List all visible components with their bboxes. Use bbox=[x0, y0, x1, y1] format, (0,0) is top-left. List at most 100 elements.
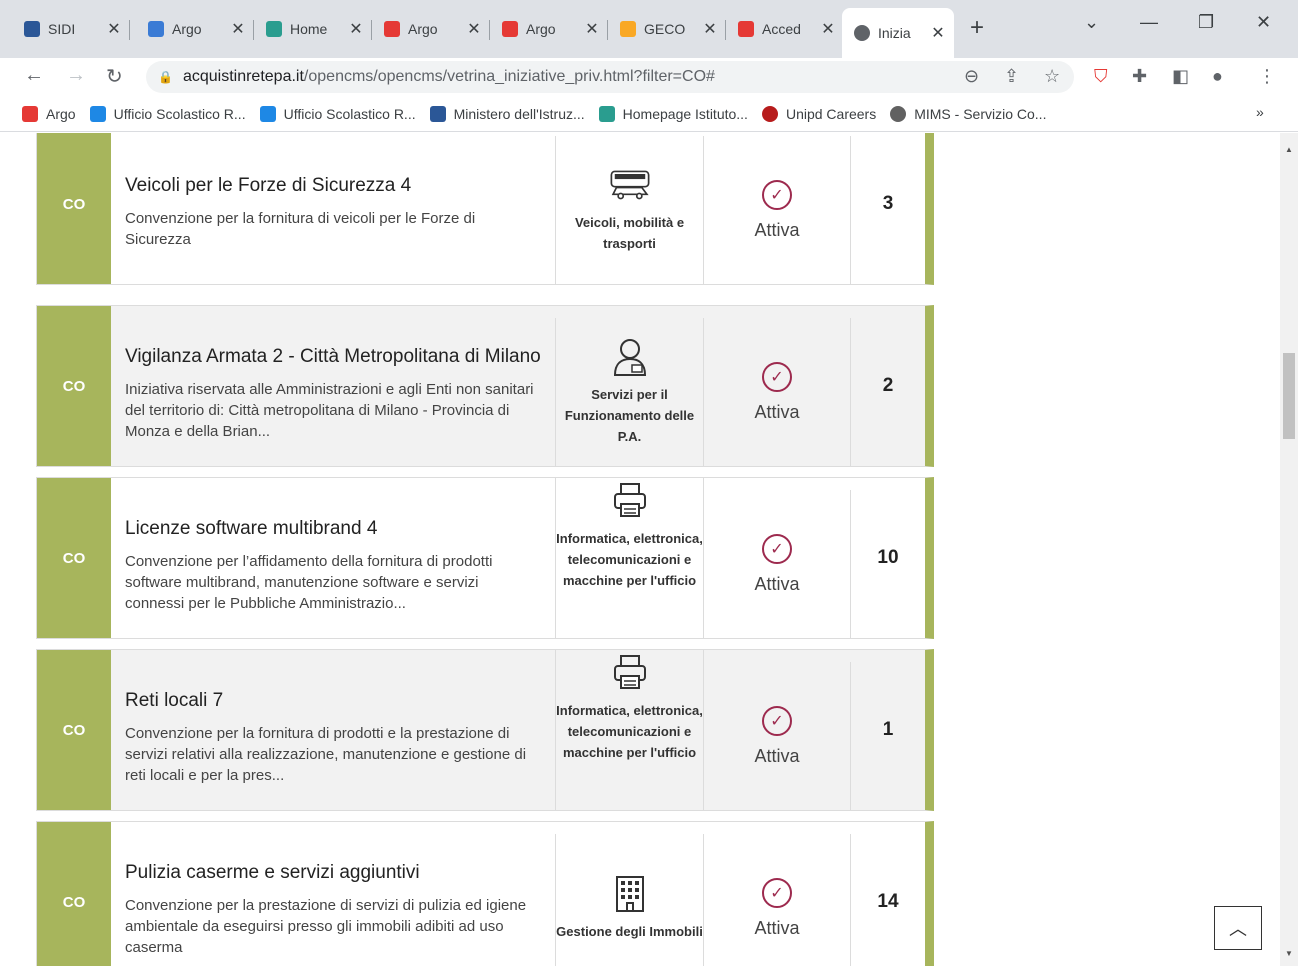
initiative-card[interactable]: CO Veicoli per le Forze di Sicurezza 4 C… bbox=[36, 133, 934, 285]
close-tab-icon[interactable]: ✕ bbox=[104, 19, 124, 39]
initiative-status: ✓ Attiva bbox=[704, 490, 851, 638]
initiative-count: 1 bbox=[882, 719, 894, 740]
chevron-up-icon: ︿ bbox=[1229, 919, 1247, 939]
window-close-icon[interactable]: ✕ bbox=[1256, 12, 1271, 33]
browser-tab[interactable]: Home ✕ bbox=[254, 10, 372, 48]
browser-tab[interactable]: GECO ✕ bbox=[608, 10, 726, 48]
initiative-title[interactable]: Veicoli per le Forze di Sicurezza 4 bbox=[125, 173, 541, 198]
initiative-count: 3 bbox=[882, 193, 894, 214]
person-icon bbox=[608, 338, 652, 376]
browser-tab[interactable]: Argo ✕ bbox=[490, 10, 608, 48]
back-icon[interactable]: ← bbox=[24, 64, 44, 87]
category-label: Servizi per il Funzionamento delle P.A. bbox=[564, 386, 695, 444]
bookmark-favicon-icon bbox=[259, 105, 276, 122]
initiative-description: Convenzione per la fornitura di prodotti… bbox=[125, 725, 527, 784]
scrollbar-thumb[interactable] bbox=[1283, 353, 1295, 439]
zoom-icon[interactable]: ⊖ bbox=[964, 66, 979, 87]
initiative-description: Convenzione per la prestazione di serviz… bbox=[125, 897, 527, 956]
initiative-title[interactable]: Licenze software multibrand 4 bbox=[125, 516, 541, 541]
bookmark-item[interactable]: Ufficio Scolastico R... bbox=[89, 105, 246, 122]
close-tab-icon[interactable]: ✕ bbox=[464, 19, 484, 39]
tab-title: SIDI bbox=[48, 21, 76, 37]
status-label: Attiva bbox=[754, 745, 800, 766]
address-bar[interactable]: 🔒 acquistinretepa.it/opencms/opencms/vet… bbox=[146, 61, 1074, 93]
back-to-top-button[interactable]: ︿ bbox=[1214, 906, 1262, 950]
bookmark-favicon-icon bbox=[429, 105, 446, 122]
browser-tab[interactable]: Acced ✕ bbox=[726, 10, 844, 48]
bookmark-item[interactable]: Ministero dell'Istruz... bbox=[429, 105, 585, 122]
initiative-title[interactable]: Reti locali 7 bbox=[125, 688, 541, 713]
menu-kebab-icon[interactable]: ⋮ bbox=[1258, 66, 1276, 87]
bookmark-star-icon[interactable]: ☆ bbox=[1044, 66, 1060, 87]
initiative-card[interactable]: CO Reti locali 7 Convenzione per la forn… bbox=[36, 649, 934, 811]
profile-avatar-icon[interactable]: ● bbox=[1212, 66, 1223, 87]
browser-tab-active[interactable]: Inizia ✕ bbox=[842, 8, 954, 58]
url-host: acquistinretepa.it bbox=[182, 68, 304, 85]
close-tab-icon[interactable]: ✕ bbox=[346, 19, 366, 39]
category-label: Gestione degli Immobili bbox=[556, 923, 703, 939]
bookmarks-overflow-icon[interactable]: » bbox=[1256, 104, 1264, 120]
initiative-title[interactable]: Vigilanza Armata 2 - Città Metropolitana… bbox=[125, 344, 541, 369]
minimize-icon[interactable]: — bbox=[1140, 12, 1158, 33]
bookmark-item[interactable]: Homepage Istituto... bbox=[598, 105, 748, 122]
close-tab-icon[interactable]: ✕ bbox=[228, 19, 248, 39]
close-tab-icon[interactable]: ✕ bbox=[818, 19, 838, 39]
close-tab-icon[interactable]: ✕ bbox=[582, 19, 602, 39]
category-label: Informatica, elettronica, telecomunicazi… bbox=[556, 531, 703, 588]
initiative-count: 2 bbox=[882, 375, 894, 396]
close-tab-icon[interactable]: ✕ bbox=[700, 19, 720, 39]
tab-title: GECO bbox=[644, 21, 686, 37]
browser-toolbar: ← → ↻ 🔒 acquistinretepa.it/opencms/openc… bbox=[0, 58, 1298, 96]
initiatives-list: CO Veicoli per le Forze di Sicurezza 4 C… bbox=[0, 133, 1280, 966]
initiative-count: 14 bbox=[877, 891, 899, 912]
check-circle-icon: ✓ bbox=[762, 179, 792, 210]
check-circle-icon: ✓ bbox=[762, 877, 792, 908]
bookmark-favicon-icon bbox=[761, 105, 778, 122]
bookmark-favicon-icon bbox=[890, 105, 907, 122]
vehicles-icon bbox=[608, 166, 652, 204]
side-panel-icon[interactable]: ◧ bbox=[1172, 66, 1189, 87]
status-label: Attiva bbox=[754, 917, 800, 938]
extension-shield-icon[interactable]: ⛉ bbox=[1094, 66, 1108, 87]
bookmark-favicon-icon bbox=[89, 105, 106, 122]
browser-tab[interactable]: Argo ✕ bbox=[136, 10, 254, 48]
site-favicon-icon bbox=[620, 21, 636, 37]
tab-title: Inizia bbox=[878, 25, 911, 41]
scroll-down-icon[interactable]: ▼ bbox=[1285, 949, 1293, 958]
tab-title: Home bbox=[290, 21, 328, 37]
bookmarks-bar: Argo Ufficio Scolastico R... Ufficio Sco… bbox=[0, 96, 1298, 132]
site-favicon-icon bbox=[738, 21, 754, 37]
bookmark-item[interactable]: Unipd Careers bbox=[761, 105, 876, 122]
bookmark-item[interactable]: Argo bbox=[22, 105, 76, 122]
browser-tab[interactable]: SIDI ✕ bbox=[12, 10, 130, 48]
initiative-title[interactable]: Pulizia caserme e servizi aggiuntivi bbox=[125, 860, 541, 885]
initiative-description: Convenzione per la fornitura di veicoli … bbox=[125, 209, 476, 248]
bookmark-item[interactable]: MIMS - Servizio Co... bbox=[890, 105, 1046, 122]
initiative-type-badge: CO bbox=[37, 822, 111, 966]
bookmark-item[interactable]: Ufficio Scolastico R... bbox=[259, 105, 416, 122]
initiative-card[interactable]: CO Pulizia caserme e servizi aggiuntivi … bbox=[36, 821, 934, 966]
initiative-count: 10 bbox=[877, 547, 899, 568]
new-tab-button[interactable]: + bbox=[970, 14, 984, 42]
initiative-card[interactable]: CO Licenze software multibrand 4 Convenz… bbox=[36, 477, 934, 639]
share-icon[interactable]: ⇪ bbox=[1004, 66, 1019, 87]
initiative-description: Convenzione per l’affidamento della forn… bbox=[125, 553, 493, 612]
initiative-status: ✓ Attiva bbox=[704, 318, 851, 466]
category-label: Informatica, elettronica, telecomunicazi… bbox=[556, 703, 703, 760]
initiative-status: ✓ Attiva bbox=[704, 136, 851, 284]
extensions-puzzle-icon[interactable]: ✚ bbox=[1132, 66, 1147, 87]
site-favicon-icon bbox=[24, 21, 40, 37]
scroll-up-icon[interactable]: ▲ bbox=[1285, 145, 1293, 154]
close-tab-icon[interactable]: ✕ bbox=[928, 23, 948, 43]
tab-search-icon[interactable]: ⌄ bbox=[1084, 12, 1099, 33]
forward-icon[interactable]: → bbox=[66, 64, 86, 87]
page-scrollbar[interactable]: ▲ ▼ bbox=[1280, 133, 1298, 966]
initiative-category: Gestione degli Immobili bbox=[555, 834, 704, 966]
initiative-card[interactable]: CO Vigilanza Armata 2 - Città Metropolit… bbox=[36, 305, 934, 467]
initiative-category: Informatica, elettronica, telecomunicazi… bbox=[555, 478, 704, 638]
reload-icon[interactable]: ↻ bbox=[106, 64, 123, 89]
check-circle-icon: ✓ bbox=[762, 361, 792, 392]
maximize-icon[interactable]: ❐ bbox=[1198, 12, 1214, 33]
browser-tab[interactable]: Argo ✕ bbox=[372, 10, 490, 48]
check-circle-icon: ✓ bbox=[762, 533, 792, 564]
